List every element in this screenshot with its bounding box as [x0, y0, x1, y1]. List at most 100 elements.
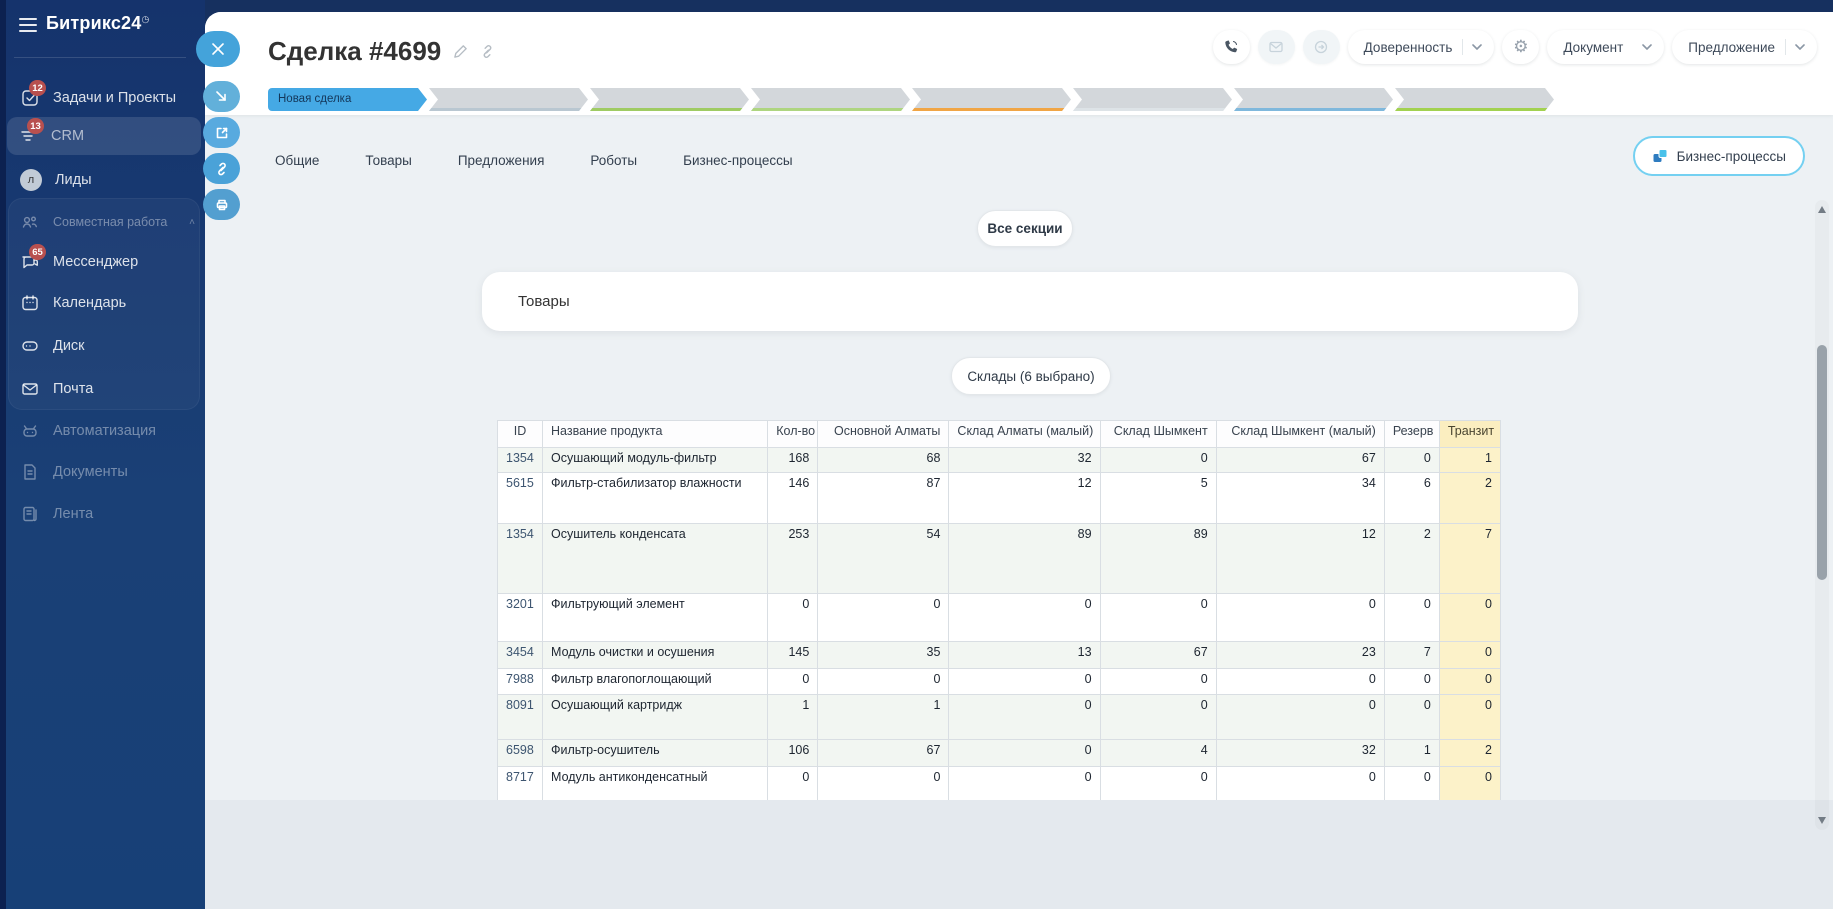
tab-products[interactable]: Товары: [365, 153, 411, 168]
stage-segment[interactable]: [912, 88, 1071, 111]
cell-value: 0: [1099, 593, 1217, 642]
column-header[interactable]: Склад Шымкент: [1099, 420, 1217, 448]
sidebar-item-collaboration[interactable]: Совместная работа ˄: [9, 204, 199, 240]
sidebar-item-leads[interactable]: л Лиды: [9, 162, 199, 198]
sidebar-item-automation[interactable]: Автоматизация: [9, 413, 199, 449]
tab-quotes[interactable]: Предложения: [458, 153, 545, 168]
print-button[interactable]: [203, 189, 240, 220]
cell-product-name: Фильтрующий элемент: [542, 593, 769, 642]
cell-value: 89: [948, 523, 1101, 594]
all-sections-button[interactable]: Все секции: [977, 210, 1073, 247]
edit-title-icon[interactable]: [453, 44, 468, 59]
table-row[interactable]: 7988 Фильтр влагопоглощающий 0 0 0 0 0 0 0: [496, 668, 1502, 695]
cell-value: 5: [1099, 472, 1217, 524]
cell-id: 3454: [496, 641, 544, 669]
sidebar-item-tasks[interactable]: 12 Задачи и Проекты: [9, 80, 199, 116]
scroll-down-arrow[interactable]: [1818, 817, 1826, 824]
cell-value: 6: [1383, 472, 1440, 524]
table-row[interactable]: 1354 Осушающий модуль-фильтр 168 68 32 0 67 0 1: [496, 447, 1502, 473]
stage-segment[interactable]: [1073, 88, 1232, 111]
sidebar-item-disk[interactable]: Диск: [9, 328, 199, 364]
column-header[interactable]: Название продукта: [542, 420, 769, 448]
cell-value: 0: [1215, 694, 1385, 740]
column-header[interactable]: Склад Алматы (малый): [948, 420, 1101, 448]
products-section-card[interactable]: Товары: [482, 272, 1578, 331]
tab-robots[interactable]: Роботы: [590, 153, 637, 168]
table-row[interactable]: 3201 Фильтрующий элемент 0 0 0 0 0 0 0: [496, 593, 1502, 642]
stage-segment[interactable]: [590, 88, 749, 111]
open-window-button[interactable]: [203, 117, 240, 148]
sidebar-item-feed[interactable]: Лента: [9, 496, 199, 532]
table-row[interactable]: 6598 Фильтр-осушитель 106 67 0 4 32 1 2: [496, 739, 1502, 767]
link-icon[interactable]: [480, 44, 495, 59]
offer-dropdown[interactable]: Предложение: [1672, 30, 1817, 64]
cell-value: 168: [767, 447, 819, 473]
close-slider-button[interactable]: [196, 31, 240, 67]
stage-segment[interactable]: Новая сделка: [268, 88, 427, 111]
current-stage-label: Новая сделка: [278, 93, 352, 105]
stage-segment[interactable]: [429, 88, 588, 111]
header-actions: Доверенность ⚙ Документ Предложение: [1212, 30, 1817, 64]
cell-id: 6598: [496, 739, 544, 767]
cell-value: 0: [1383, 668, 1440, 695]
column-header[interactable]: Транзит: [1438, 420, 1502, 448]
column-header[interactable]: Склад Шымкент (малый): [1215, 420, 1385, 448]
column-header[interactable]: Основной Алматы: [817, 420, 950, 448]
collapse-slider-button[interactable]: [203, 81, 240, 112]
stage-segment[interactable]: [751, 88, 910, 111]
tab-general[interactable]: Общие: [275, 153, 319, 168]
warehouses-filter-button[interactable]: Склады (6 выбрано): [951, 357, 1111, 395]
cell-value: 0: [948, 593, 1101, 642]
sidebar-item-calendar[interactable]: Календарь: [9, 285, 199, 321]
cell-value: 87: [817, 472, 950, 524]
cell-product-name: Фильтр-осушитель: [542, 739, 769, 767]
sidebar-item-crm[interactable]: 13 CRM: [7, 117, 201, 155]
settings-button[interactable]: ⚙: [1502, 30, 1540, 64]
chevron-down-icon: [1786, 44, 1817, 50]
tasks-badge: 12: [29, 80, 46, 96]
page-title: Сделка #4699: [268, 36, 442, 66]
cell-value: 0: [1383, 447, 1440, 473]
sidebar-item-messenger[interactable]: 65 Мессенджер: [9, 244, 199, 280]
call-button[interactable]: [1212, 30, 1250, 64]
copy-link-icon: [217, 162, 226, 175]
cell-value: 7: [1438, 523, 1502, 594]
power-of-attorney-dropdown[interactable]: Доверенность: [1347, 30, 1495, 64]
sidebar-item-mail[interactable]: Почта: [9, 371, 199, 407]
scrollbar-thumb[interactable]: [1817, 345, 1827, 580]
business-processes-button[interactable]: Бизнес-процессы: [1632, 136, 1805, 176]
vertical-scrollbar[interactable]: [1815, 200, 1829, 830]
cell-product-name: Осушитель конденсата: [542, 523, 769, 594]
mail-button[interactable]: [1257, 30, 1295, 64]
cell-value: 12: [1215, 523, 1385, 594]
table-row[interactable]: 8091 Осушающий картридж 1 1 0 0 0 0 0: [496, 694, 1502, 740]
column-header[interactable]: Кол-во: [767, 420, 819, 448]
feed-icon: [20, 504, 40, 524]
table-row[interactable]: 5615 Фильтр-стабилизатор влажности 146 87 12…: [496, 472, 1502, 524]
cell-value: 34: [1215, 472, 1385, 524]
chat-button[interactable]: [1302, 30, 1340, 64]
table-row[interactable]: 1354 Осушитель конденсата 253 54 89 89 12 2 7: [496, 523, 1502, 594]
documents-icon: [20, 462, 40, 482]
cell-product-name: Осушающий модуль-фильтр: [542, 447, 769, 473]
sidebar-item-documents[interactable]: Документы: [9, 454, 199, 490]
scroll-up-arrow[interactable]: [1818, 206, 1826, 213]
cell-value: 1: [1383, 739, 1440, 767]
column-header[interactable]: ID: [496, 420, 544, 448]
tab-business-processes[interactable]: Бизнес-процессы: [683, 153, 792, 168]
stage-underline: [590, 108, 749, 111]
cell-value: 0: [767, 593, 819, 642]
chevron-up-icon[interactable]: ˄: [189, 217, 195, 228]
cell-value: 32: [948, 447, 1101, 473]
menu-burger-icon[interactable]: [19, 18, 37, 32]
column-header[interactable]: Резерв: [1383, 420, 1440, 448]
table-row[interactable]: 3454 Модуль очистки и осушения 145 35 13 67 23…: [496, 641, 1502, 669]
stage-segment[interactable]: [1395, 88, 1554, 111]
copy-link-button[interactable]: [203, 153, 240, 184]
cell-value: 0: [817, 668, 950, 695]
document-dropdown[interactable]: Документ: [1547, 30, 1665, 64]
cell-value: 23: [1215, 641, 1385, 669]
app-logo[interactable]: Битрикс24◷: [46, 13, 150, 34]
cell-value: 0: [1383, 694, 1440, 740]
stage-segment[interactable]: [1234, 88, 1393, 111]
